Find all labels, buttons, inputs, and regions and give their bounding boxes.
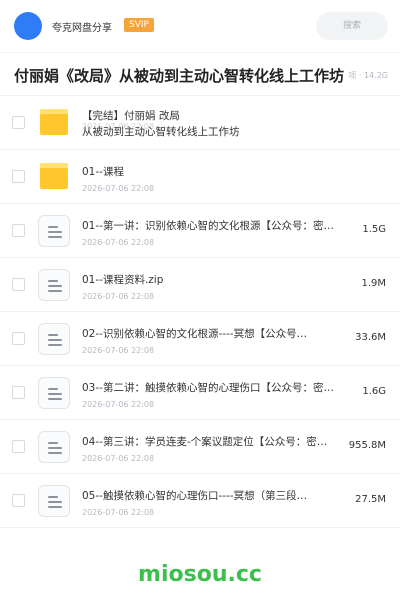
list-item[interactable]: 04--第三讲：学员连麦-个案议题定位【公众号：密… 2026-07-06 22… <box>0 420 400 474</box>
item-size: 1.9M <box>361 278 386 289</box>
list-item[interactable]: 02--识别依赖心智的文化根源----冥想【公众号… 2026-07-06 22… <box>0 312 400 366</box>
item-size: 955.8M <box>348 440 386 451</box>
page-title: 付丽娟《改局》从被动到主动心智转化线上工作坊 <box>14 67 345 85</box>
folder-icon <box>40 163 68 189</box>
item-name: 02--识别依赖心智的文化根源----冥想【公众号… <box>82 328 308 340</box>
list-item[interactable]: 01--课程资料.zip 2026-07-06 22:08 1.9M <box>0 258 400 312</box>
watermark-text: miosou.cc <box>138 562 262 587</box>
share-meta: 项 · 14.2G <box>346 70 388 81</box>
avatar[interactable] <box>14 12 42 40</box>
item-date: 2026-07-06 22:08 <box>82 508 155 517</box>
item-name: 05--触摸依赖心智的心理伤口----冥想（第三段… <box>82 490 308 502</box>
item-name: 01--课程 <box>82 166 124 178</box>
document-icon <box>38 485 70 517</box>
file-list: 2026-07-06 22:08 【完结】付丽娟 改局 从被动到主动心智转化线上… <box>0 96 400 528</box>
list-item[interactable]: 03--第二讲：触摸依赖心智的心理伤口【公众号：密… 2026-07-06 22… <box>0 366 400 420</box>
item-date: 2026-07-06 22:08 <box>82 238 155 247</box>
document-icon <box>38 215 70 247</box>
select-checkbox[interactable] <box>12 224 25 237</box>
document-icon <box>38 377 70 409</box>
app-name: 夸克网盘分享 <box>52 23 112 34</box>
document-icon <box>38 323 70 355</box>
top-bar: 夸克网盘分享 SVIP 搜索 <box>0 0 400 52</box>
svip-badge: SVIP <box>124 18 154 32</box>
select-checkbox[interactable] <box>12 116 25 129</box>
item-date: 2026-07-06 22:08 <box>82 184 155 193</box>
item-name: 【完结】付丽娟 改局 <box>82 110 180 122</box>
select-checkbox[interactable] <box>12 170 25 183</box>
share-title-bar: 付丽娟《改局》从被动到主动心智转化线上工作坊 项 · 14.2G <box>0 52 400 96</box>
select-checkbox[interactable] <box>12 386 25 399</box>
item-date: 2026-07-06 22:08 <box>82 400 155 409</box>
item-name-line2: 从被动到主动心智转化线上工作坊 <box>82 126 240 138</box>
document-icon <box>38 431 70 463</box>
select-checkbox[interactable] <box>12 332 25 345</box>
select-checkbox[interactable] <box>12 440 25 453</box>
document-icon <box>38 269 70 301</box>
item-size: 1.6G <box>362 386 386 397</box>
item-name: 04--第三讲：学员连麦-个案议题定位【公众号：密… <box>82 436 328 448</box>
item-name: 01--第一讲：识别依赖心智的文化根源【公众号：密… <box>82 220 334 232</box>
list-item[interactable]: 2026-07-06 22:08 【完结】付丽娟 改局 从被动到主动心智转化线上… <box>0 96 400 150</box>
item-name: 01--课程资料.zip <box>82 274 164 286</box>
select-checkbox[interactable] <box>12 278 25 291</box>
list-item[interactable]: 05--触摸依赖心智的心理伤口----冥想（第三段… 2026-07-06 22… <box>0 474 400 528</box>
item-size: 33.6M <box>355 332 386 343</box>
item-date: 2026-07-06 22:08 <box>82 346 155 355</box>
item-name: 03--第二讲：触摸依赖心智的心理伤口【公众号：密… <box>82 382 334 394</box>
list-item[interactable]: 01--第一讲：识别依赖心智的文化根源【公众号：密… 2026-07-06 22… <box>0 204 400 258</box>
item-size: 1.5G <box>362 224 386 235</box>
folder-icon <box>40 109 68 135</box>
item-size: 27.5M <box>355 494 386 505</box>
list-item[interactable]: 01--课程 2026-07-06 22:08 <box>0 150 400 204</box>
select-checkbox[interactable] <box>12 494 25 507</box>
item-date: 2026-07-06 22:08 <box>82 292 155 301</box>
item-date: 2026-07-06 22:08 <box>82 454 155 463</box>
search-input[interactable]: 搜索 <box>316 12 388 40</box>
